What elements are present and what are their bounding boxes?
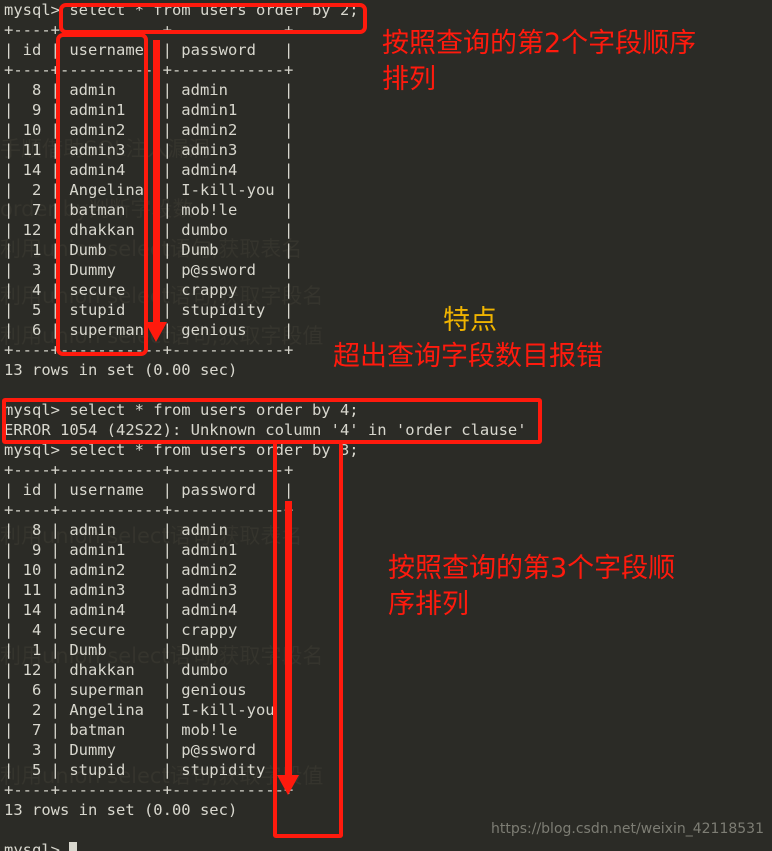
terminal-line: | 1 | Dumb | Dumb |: [4, 641, 294, 659]
terminal-line: | 10 | admin2 | admin2 |: [4, 121, 294, 139]
annotation-order-by-2: 按照查询的第2个字段顺序 排列: [382, 28, 697, 95]
source-url-watermark: https://blog.csdn.net/weixin_42118531: [490, 821, 764, 837]
terminal-line: | 3 | Dummy | p@ssword |: [4, 741, 294, 759]
annotation-feature-text: 超出查询字段数目报错: [333, 341, 603, 372]
terminal-line: ERROR 1054 (42S22): Unknown column '4' i…: [4, 421, 527, 439]
terminal-line: +----+-----------+------------+: [4, 781, 294, 799]
terminal-line: | 2 | Angelina | I-kill-you |: [4, 701, 294, 719]
terminal-line: | 2 | Angelina | I-kill-you |: [4, 181, 294, 199]
terminal-line: mysql> select * from users order by 2;: [4, 1, 359, 19]
terminal-line: | 6 | superman | genious |: [4, 681, 294, 699]
terminal-line: | 14 | admin4 | admin4 |: [4, 161, 294, 179]
terminal-line: | 8 | admin | admin |: [4, 521, 294, 539]
terminal-line: | 5 | stupid | stupidity |: [4, 761, 294, 779]
terminal-line: | 4 | secure | crappy |: [4, 621, 294, 639]
terminal-line: mysql> select * from users order by 3;: [4, 441, 359, 459]
terminal-line: | 6 | superman | genious |: [4, 321, 294, 339]
terminal-line: | 12 | dhakkan | dumbo |: [4, 221, 294, 239]
terminal-line: mysql> select * from users order by 4;: [4, 401, 359, 419]
terminal-line: | 5 | stupid | stupidity |: [4, 301, 294, 319]
terminal-line: | 1 | Dumb | Dumb |: [4, 241, 294, 259]
terminal-line: | id | username | password |: [4, 481, 294, 499]
screenshot-root: 手顺借助SQL注入漏洞 order by判断字段数 利用union select…: [0, 0, 772, 851]
annotation-order-by-3: 按照查询的第3个字段顺 序排列: [388, 553, 676, 620]
terminal-line: | 9 | admin1 | admin1 |: [4, 101, 294, 119]
terminal-line: | 7 | batman | mob!le |: [4, 201, 294, 219]
terminal-line: +----+-----------+------------+: [4, 501, 294, 519]
terminal-line: | 11 | admin3 | admin3 |: [4, 141, 294, 159]
terminal-line: 13 rows in set (0.00 sec): [4, 801, 238, 819]
terminal-line: | 12 | dhakkan | dumbo |: [4, 661, 294, 679]
terminal-cursor: [69, 842, 78, 851]
terminal-line: | 4 | secure | crappy |: [4, 281, 294, 299]
terminal-line: | 3 | Dummy | p@ssword |: [4, 261, 294, 279]
annotation-feature-label: 特点: [443, 305, 497, 336]
terminal-line: | 7 | batman | mob!le |: [4, 721, 294, 739]
terminal-line: +----+-----------+------------+: [4, 461, 294, 479]
terminal-output[interactable]: mysql> select * from users order by 2; +-…: [0, 0, 772, 851]
terminal-prompt[interactable]: mysql>: [0, 840, 772, 851]
